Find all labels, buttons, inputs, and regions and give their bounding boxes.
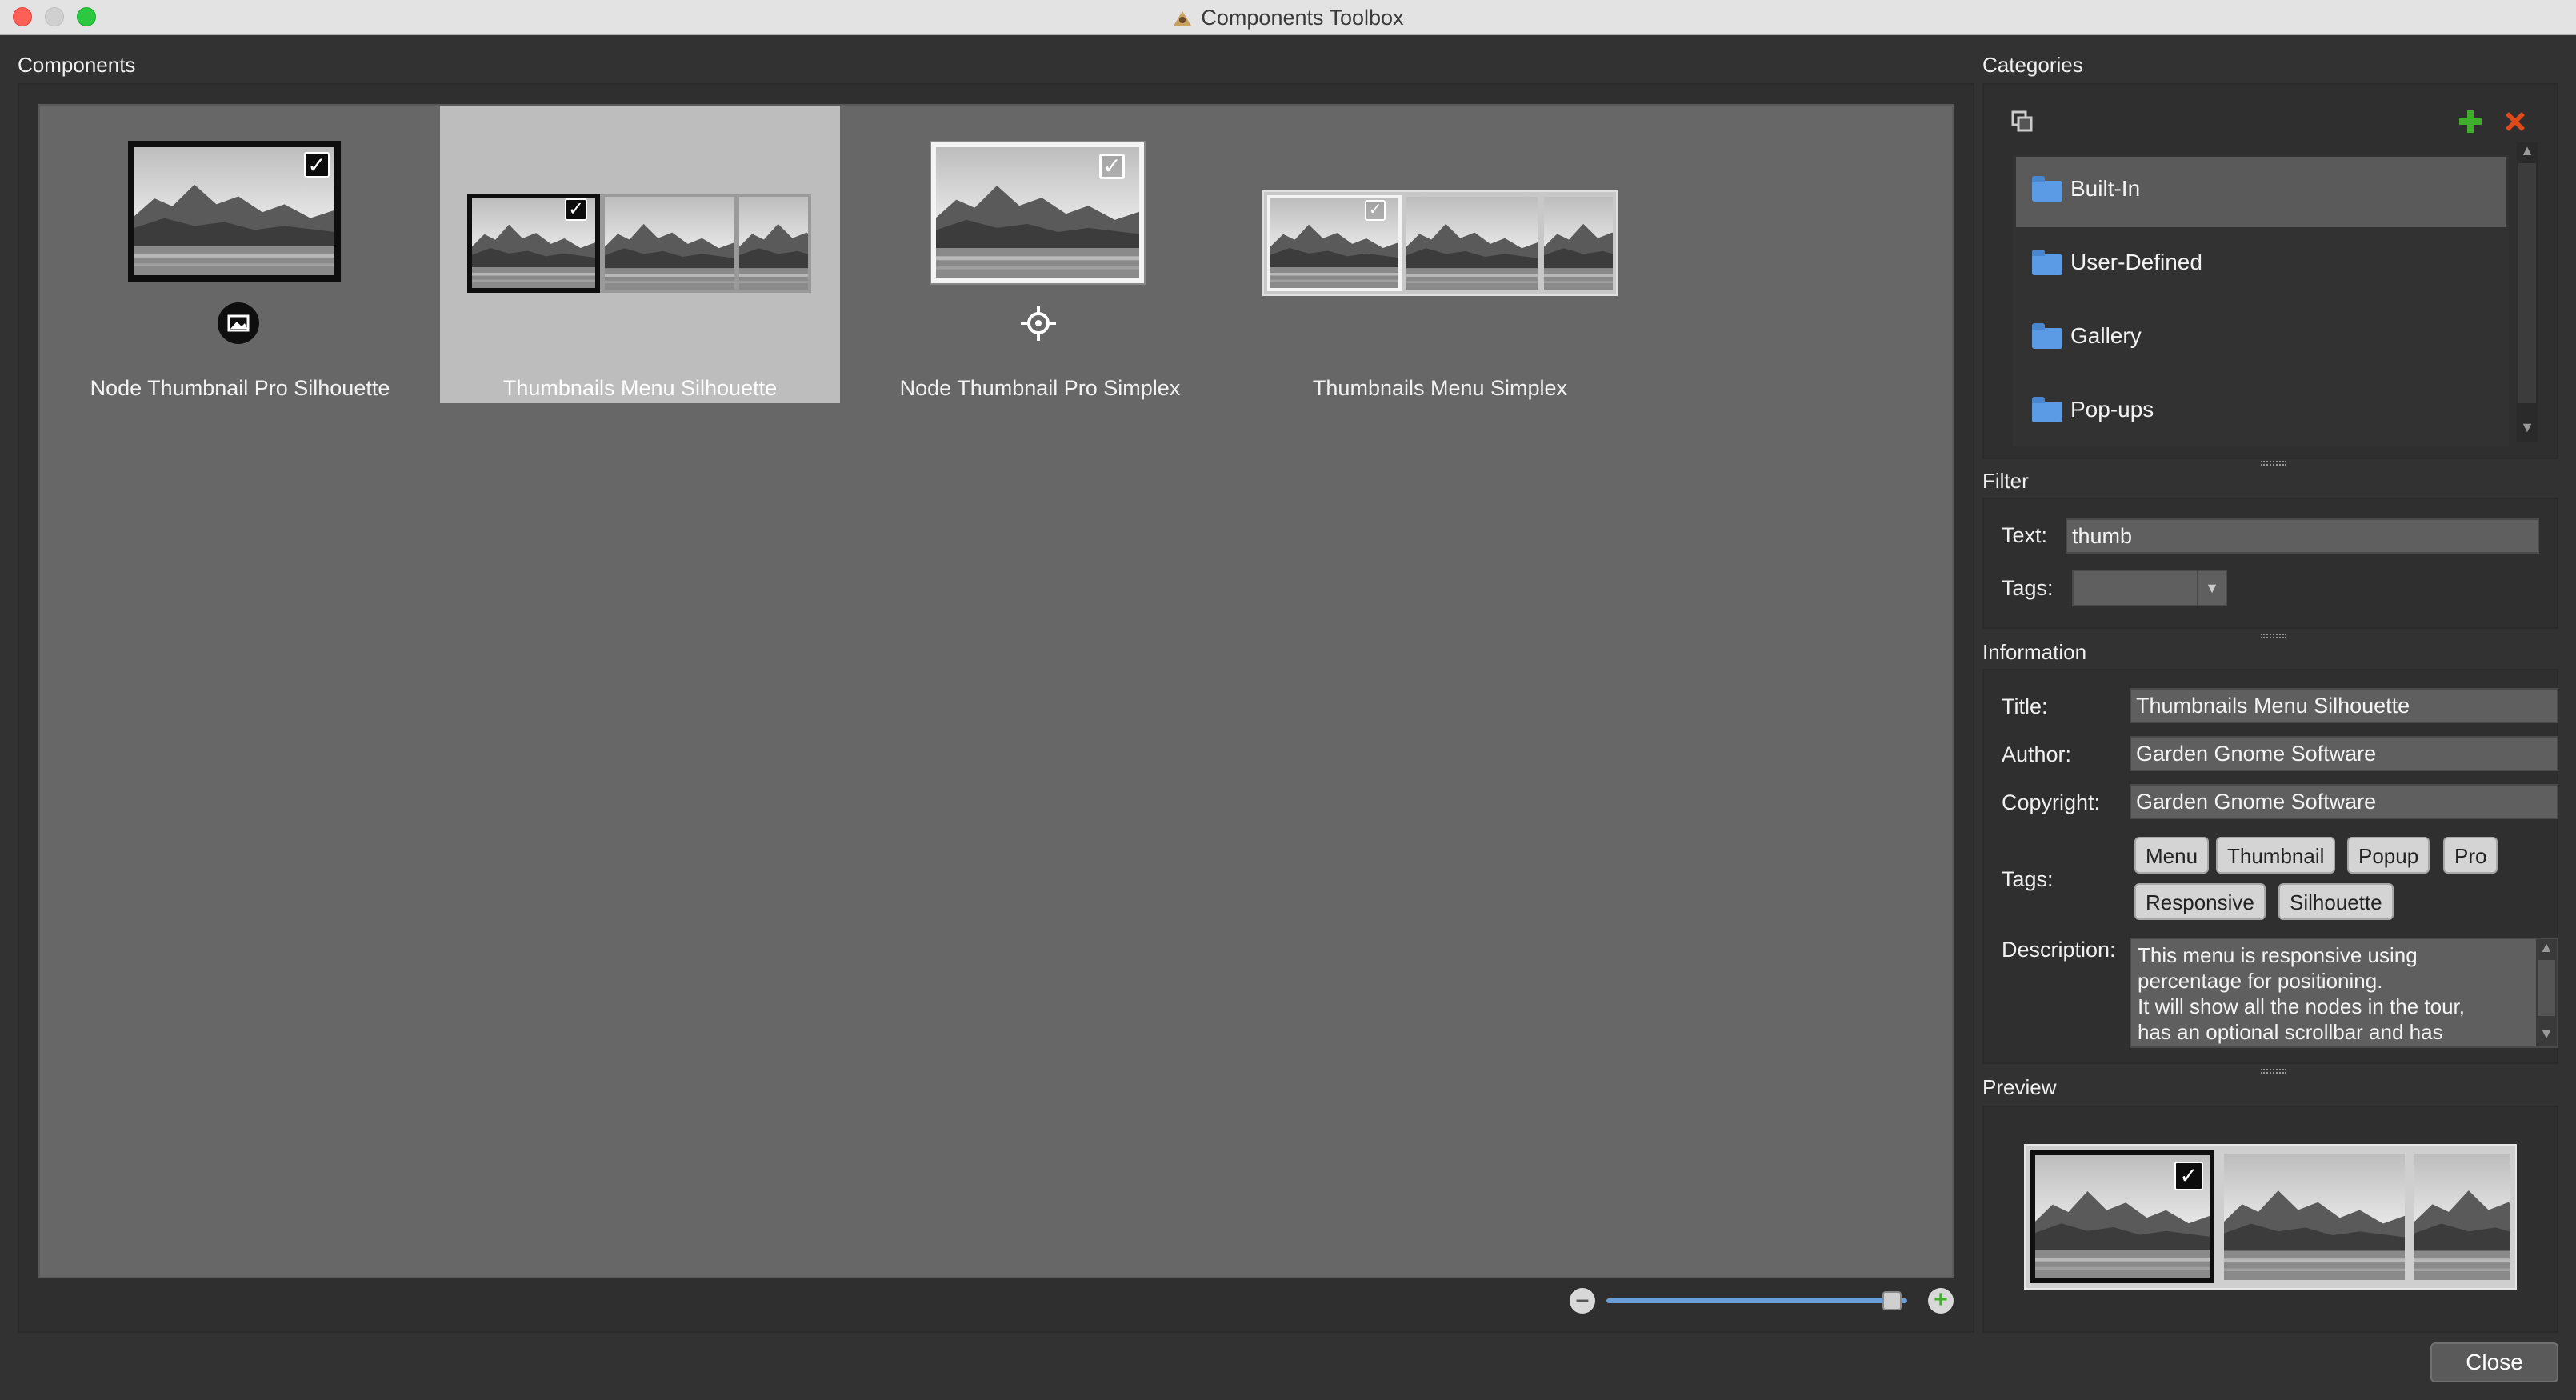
- info-copyright-field[interactable]: Garden Gnome Software: [2130, 784, 2558, 819]
- app-icon: [1174, 11, 1192, 26]
- component-label: Node Thumbnail Pro Simplex: [899, 376, 1181, 400]
- component-item[interactable]: ✓ Node Thumbnail Pro Silhouette: [40, 106, 440, 403]
- folder-icon: [2032, 397, 2062, 422]
- tag-chip[interactable]: Thumbnail: [2216, 837, 2336, 874]
- splitter-handle[interactable]: [2261, 1069, 2286, 1074]
- folder-icon: [2032, 176, 2062, 202]
- preview-thumbnail-strip: [2024, 1144, 2517, 1290]
- category-label: Pop-ups: [2070, 397, 2154, 422]
- thumbnail-strip: [1262, 190, 1618, 296]
- filter-panel: [1982, 498, 2558, 629]
- scroll-up-icon[interactable]: ▲: [2536, 939, 2557, 956]
- components-header: Components: [18, 53, 136, 77]
- component-item[interactable]: ✓ Thumbnails Menu Simplex: [1240, 106, 1640, 403]
- checkmark-icon: ✓: [565, 198, 587, 221]
- chevron-down-icon[interactable]: ▼: [2197, 571, 2226, 605]
- splitter-handle[interactable]: [2261, 634, 2286, 638]
- folder-icon: [2032, 323, 2062, 349]
- window-title: Components Toolbox: [0, 0, 2576, 35]
- scroll-down-icon[interactable]: ▼: [2536, 1026, 2557, 1042]
- checkbox-icon: ✓: [1099, 154, 1125, 179]
- add-category-icon[interactable]: [2456, 107, 2485, 136]
- component-item[interactable]: ✓ Node Thumbnail Pro Simplex: [840, 106, 1240, 403]
- splitter-handle[interactable]: [2261, 461, 2286, 466]
- checkmark-icon: ✓: [304, 152, 330, 178]
- description-textarea[interactable]: This menu is responsive using percentage…: [2130, 938, 2558, 1048]
- thumbnail-strip: [467, 194, 811, 293]
- description-line: has an optional scrollbar and has: [2138, 1020, 2443, 1044]
- description-line: It will show all the nodes in the tour,: [2138, 994, 2466, 1018]
- filter-text-input[interactable]: thumb: [2066, 518, 2539, 554]
- category-item-built-in[interactable]: Built-In: [2016, 157, 2506, 227]
- close-button[interactable]: Close: [2430, 1342, 2558, 1382]
- category-label: Built-In: [2070, 176, 2141, 201]
- description-line: percentage for positioning.: [2138, 969, 2383, 993]
- filter-tags-label: Tags:: [2002, 576, 2054, 600]
- folder-icon: [2032, 250, 2062, 275]
- tag-chip[interactable]: Silhouette: [2278, 883, 2394, 920]
- category-item-user-defined[interactable]: User-Defined: [2016, 230, 2506, 301]
- image-icon: [218, 302, 259, 344]
- info-description-label: Description:: [2002, 938, 2116, 962]
- info-title-label: Title:: [2002, 694, 2048, 718]
- zoom-slider[interactable]: [1606, 1298, 1907, 1303]
- category-item-pop-ups[interactable]: Pop-ups: [2016, 378, 2506, 448]
- info-author-field[interactable]: Garden Gnome Software: [2130, 736, 2558, 771]
- zoom-in-button[interactable]: +: [1928, 1288, 1954, 1314]
- crosshair-icon: [1018, 302, 1059, 344]
- checkbox-icon: ✓: [1365, 200, 1386, 221]
- filter-header: Filter: [1982, 469, 2029, 493]
- description-line: This menu is responsive using: [2138, 943, 2418, 967]
- category-label: Gallery: [2070, 323, 2142, 348]
- info-title-field[interactable]: Thumbnails Menu Silhouette: [2130, 688, 2558, 723]
- filter-text-label: Text:: [2002, 523, 2048, 547]
- scroll-down-icon[interactable]: ▼: [2517, 419, 2538, 436]
- category-item-gallery[interactable]: Gallery: [2016, 304, 2506, 374]
- scrollbar-thumb[interactable]: [2538, 960, 2555, 1016]
- scrollbar-thumb[interactable]: [2518, 163, 2536, 403]
- tag-chip[interactable]: Responsive: [2134, 883, 2266, 920]
- information-header: Information: [1982, 640, 2087, 664]
- component-label: Node Thumbnail Pro Silhouette: [90, 376, 390, 400]
- component-label: Thumbnails Menu Simplex: [1312, 376, 1568, 400]
- description-scrollbar[interactable]: ▲ ▼: [2536, 939, 2557, 1046]
- checkmark-icon: ✓: [2174, 1162, 2203, 1190]
- info-tags-label: Tags:: [2002, 867, 2054, 891]
- info-copyright-label: Copyright:: [2002, 790, 2101, 814]
- tag-chip[interactable]: Menu: [2134, 837, 2210, 874]
- zoom-slider-handle[interactable]: [1882, 1291, 1902, 1310]
- window-title-text: Components Toolbox: [1201, 6, 1404, 30]
- preview-header: Preview: [1982, 1075, 2057, 1099]
- zoom-out-button[interactable]: –: [1570, 1288, 1595, 1314]
- category-label: User-Defined: [2070, 250, 2202, 274]
- categories-scrollbar[interactable]: ▲ ▼: [2517, 142, 2538, 442]
- info-author-label: Author:: [2002, 742, 2072, 766]
- component-label: Thumbnails Menu Silhouette: [502, 376, 778, 400]
- tag-chip[interactable]: Popup: [2347, 837, 2430, 874]
- component-item-selected[interactable]: ✓ Thumbnails Menu Silhouette: [440, 106, 840, 403]
- tag-chip[interactable]: Pro: [2443, 837, 2498, 874]
- scroll-up-icon[interactable]: ▲: [2517, 142, 2538, 159]
- duplicate-icon[interactable]: [2010, 109, 2035, 134]
- categories-header: Categories: [1982, 53, 2083, 77]
- delete-category-icon[interactable]: [2501, 107, 2530, 136]
